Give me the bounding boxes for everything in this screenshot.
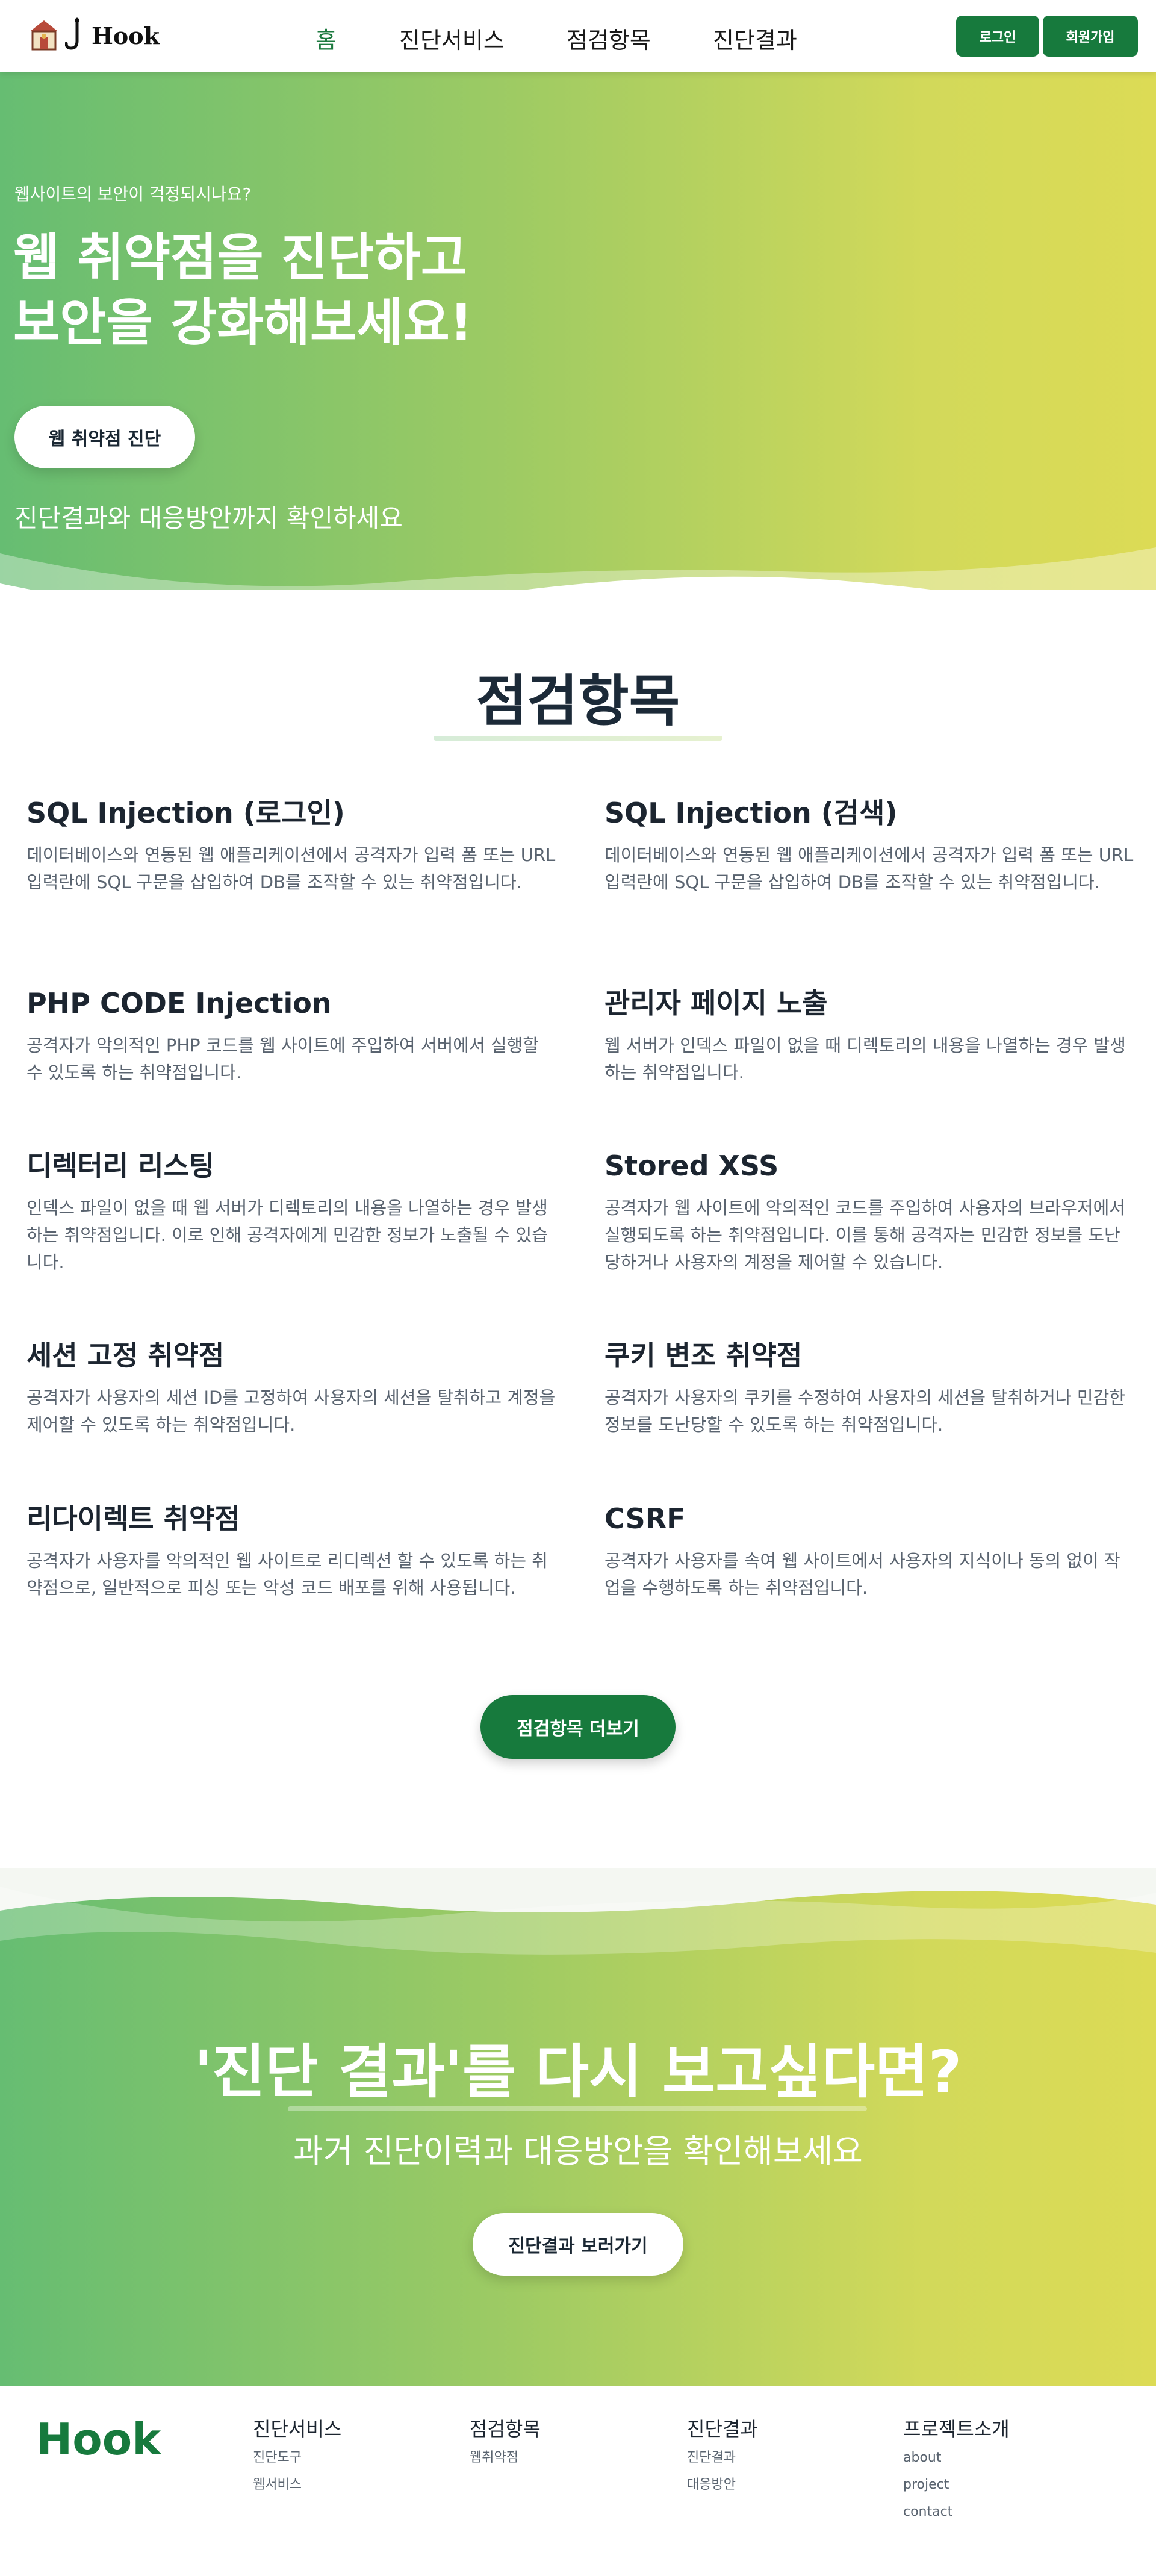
footer-link[interactable]: 웹취약점 — [470, 2444, 541, 2471]
checklist-item-title: CSRF — [604, 1502, 686, 1535]
nav-checklist[interactable]: 점검항목 — [567, 22, 651, 55]
checklist-title-underline — [434, 736, 722, 741]
checklist-item-desc: 공격자가 악의적인 PHP 코드를 웹 사이트에 주입하여 서버에서 실행할 수… — [26, 1035, 539, 1083]
footer-column-title[interactable]: 진단서비스 — [253, 2414, 341, 2444]
checklist-item-desc: 데이터베이스와 연동된 웹 애플리케이션에서 공격자가 입력 폼 또는 URL … — [26, 845, 556, 892]
web-diagnosis-button[interactable]: 웹 취약점 진단 — [14, 406, 195, 468]
footer-link[interactable]: project — [903, 2471, 1010, 2498]
checklist-item-title: SQL Injection (로그인) — [26, 797, 345, 829]
checklist-item: 관리자 페이지 노출 웹 서버가 인덱스 파일이 없을 때 디렉토리의 내용을 … — [604, 984, 1134, 1086]
cta-subtitle: 과거 진단이력과 대응방안을 확인해보세요 — [293, 2132, 863, 2170]
checklist-item-desc: 공격자가 사용자를 악의적인 웹 사이트로 리디렉션 할 수 있도록 하는 취약… — [26, 1551, 548, 1598]
logo-icons — [28, 17, 87, 54]
footer-link[interactable]: 진단도구 — [253, 2444, 341, 2471]
checklist-item-desc: 웹 서버가 인덱스 파일이 없을 때 디렉토리의 내용을 나열하는 경우 발생하… — [604, 1035, 1126, 1083]
hero-kicker: 웹사이트의 보안이 걱정되시나요? — [14, 184, 252, 204]
checklist-item: Stored XSS 공격자가 웹 사이트에 악의적인 코드를 주입하여 사용자… — [604, 1146, 1134, 1276]
footer-link[interactable]: 대응방안 — [687, 2471, 758, 2498]
signup-button[interactable]: 회원가입 — [1043, 16, 1138, 57]
hero-title: 웹 취약점을 진단하고 보안을 강화해보세요! — [13, 225, 473, 355]
hero-title-line1: 웹 취약점을 진단하고 — [13, 228, 468, 287]
hero-title-line2: 보안을 강화해보세요! — [13, 293, 473, 352]
checklist-item: CSRF 공격자가 사용자를 속여 웹 사이트에서 사용자의 지식이나 동의 없… — [604, 1499, 1134, 1602]
checklist-item: 리다이렉트 취약점 공격자가 사용자를 악의적인 웹 사이트로 리디렉션 할 수… — [26, 1499, 556, 1602]
cta-title-underline — [288, 2106, 867, 2111]
footer-column: 점검항목 웹취약점 — [470, 2414, 541, 2471]
footer-link[interactable]: about — [903, 2444, 1010, 2471]
checklist-item: SQL Injection (검색) 데이터베이스와 연동된 웹 애플리케이션에… — [604, 794, 1134, 896]
cta-title: '진단 결과'를 다시 보고싶다면? — [194, 2038, 962, 2106]
footer-column: 프로젝트소개 about project contact — [903, 2414, 1010, 2525]
checklist-item-title: 세션 고정 취약점 — [26, 1339, 225, 1372]
view-results-button[interactable]: 진단결과 보러가기 — [473, 2213, 683, 2276]
checklist-item-desc: 공격자가 사용자를 속여 웹 사이트에서 사용자의 지식이나 동의 없이 작업을… — [604, 1551, 1120, 1598]
footer-link[interactable]: 웹서비스 — [253, 2471, 341, 2498]
footer-column: 진단서비스 진단도구 웹서비스 — [253, 2414, 341, 2498]
footer-link[interactable]: 진단결과 — [687, 2444, 758, 2471]
house-icon — [28, 18, 60, 54]
checklist-item: 세션 고정 취약점 공격자가 사용자의 세션 ID를 고정하여 사용자의 세션을… — [26, 1336, 556, 1439]
site-header: Hook 홈 진단서비스 점검항목 진단결과 로그인 회원가입 — [0, 0, 1156, 72]
checklist-item: SQL Injection (로그인) 데이터베이스와 연동된 웹 애플리케이션… — [26, 794, 556, 896]
checklist-item-desc: 공격자가 사용자의 세션 ID를 고정하여 사용자의 세션을 탈취하고 계정을 … — [26, 1387, 556, 1435]
checklist-title: 점검항목 — [476, 669, 680, 733]
footer-column-title[interactable]: 프로젝트소개 — [903, 2414, 1010, 2444]
site-footer: Hook 진단서비스 진단도구 웹서비스 점검항목 웹취약점 진단결과 진단결과… — [0, 2386, 1156, 2576]
checklist-item: PHP CODE Injection 공격자가 악의적인 PHP 코드를 웹 사… — [26, 984, 556, 1086]
checklist-item-desc: 공격자가 웹 사이트에 악의적인 코드를 주입하여 사용자의 브라우저에서 실행… — [604, 1198, 1125, 1272]
footer-column-title[interactable]: 점검항목 — [470, 2414, 541, 2444]
checklist-item-title: 쿠키 변조 취약점 — [604, 1339, 803, 1372]
hero-section: 웹사이트의 보안이 걱정되시나요? 웹 취약점을 진단하고 보안을 강화해보세요… — [0, 72, 1156, 590]
footer-column-title[interactable]: 진단결과 — [687, 2414, 758, 2444]
checklist-item-title: Stored XSS — [604, 1150, 779, 1182]
login-button[interactable]: 로그인 — [956, 16, 1039, 57]
checklist-item-title: SQL Injection (검색) — [604, 797, 898, 829]
hero-wave — [0, 547, 1156, 590]
nav-home[interactable]: 홈 — [315, 22, 337, 55]
footer-column: 진단결과 진단결과 대응방안 — [687, 2414, 758, 2498]
checklist-item-title: PHP CODE Injection — [26, 987, 332, 1019]
hook-icon — [64, 17, 87, 54]
footer-logo[interactable]: Hook — [36, 2414, 161, 2465]
footer-link[interactable]: contact — [903, 2498, 1010, 2525]
checklist-item-desc: 인덱스 파일이 없을 때 웹 서버가 디렉토리의 내용을 나열하는 경우 발생하… — [26, 1198, 548, 1272]
results-cta-section: '진단 결과'를 다시 보고싶다면? 과거 진단이력과 대응방안을 확인해보세요… — [0, 1868, 1156, 2386]
checklist-item-title: 리다이렉트 취약점 — [26, 1502, 240, 1535]
nav-diagnosis-service[interactable]: 진단서비스 — [399, 22, 505, 55]
checklist-item: 쿠키 변조 취약점 공격자가 사용자의 쿠키를 수정하여 사용자의 세션을 탈취… — [604, 1336, 1134, 1439]
checklist-item: 디렉터리 리스팅 인덱스 파일이 없을 때 웹 서버가 디렉토리의 내용을 나열… — [26, 1146, 556, 1276]
checklist-item-desc: 데이터베이스와 연동된 웹 애플리케이션에서 공격자가 입력 폼 또는 URL … — [604, 845, 1134, 892]
checklist-item-desc: 공격자가 사용자의 쿠키를 수정하여 사용자의 세션을 탈취하거나 민감한 정보… — [604, 1387, 1125, 1435]
nav-results[interactable]: 진단결과 — [713, 22, 797, 55]
cta-wave — [0, 1868, 1156, 1955]
logo[interactable]: Hook — [28, 16, 160, 55]
checklist-item-title: 관리자 페이지 노출 — [604, 987, 828, 1019]
logo-text: Hook — [92, 22, 160, 49]
checklist-item-title: 디렉터리 리스팅 — [26, 1150, 215, 1182]
checklist-more-button[interactable]: 점검항목 더보기 — [480, 1695, 676, 1759]
